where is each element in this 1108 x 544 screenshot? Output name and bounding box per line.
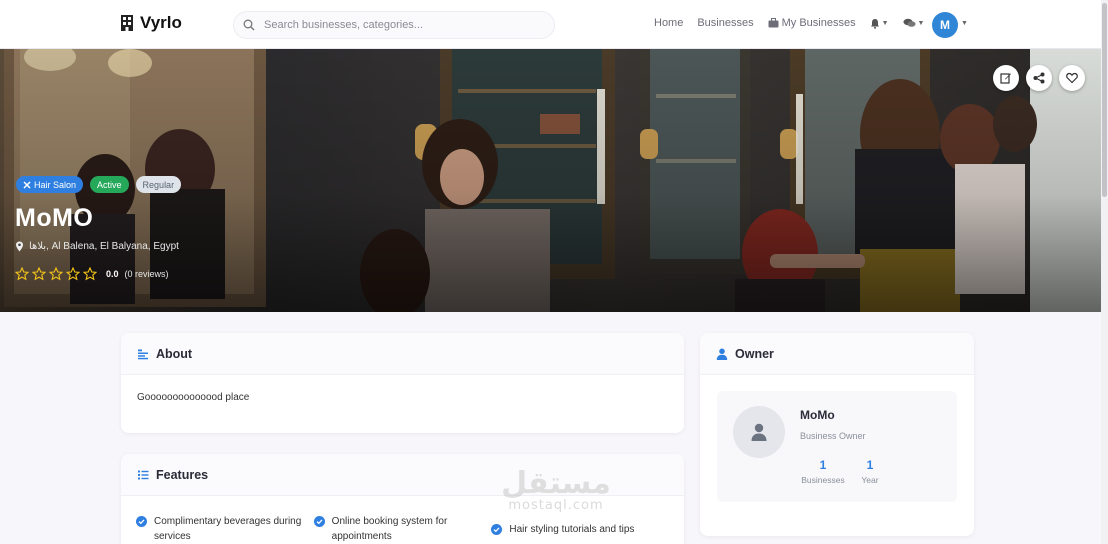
feature-item: Complimentary beverages during services bbox=[136, 514, 314, 544]
status-badge: Active bbox=[90, 176, 129, 193]
owner-role: Business Owner bbox=[800, 431, 866, 441]
owner-title: Owner bbox=[735, 346, 774, 361]
stat-value: 1 bbox=[866, 458, 874, 472]
stat-label: Year bbox=[861, 475, 879, 485]
chevron-down-icon: ▼ bbox=[917, 19, 925, 27]
search-box[interactable] bbox=[233, 11, 555, 39]
rating-row: 0.0 (0 reviews) bbox=[15, 267, 169, 281]
check-circle-icon bbox=[313, 516, 325, 527]
page-scrollbar[interactable] bbox=[1101, 0, 1108, 544]
star-icon bbox=[15, 267, 29, 281]
nav-businesses-link[interactable]: Businesses bbox=[697, 17, 753, 29]
stat-label: Businesses bbox=[801, 475, 845, 485]
rating-stars bbox=[15, 267, 97, 281]
about-text: Goooooooooooood place bbox=[137, 392, 250, 403]
check-circle-icon bbox=[136, 516, 147, 527]
category-badge: Hair Salon bbox=[16, 176, 84, 193]
feature-label: Hair styling tutorials and tips bbox=[509, 524, 635, 535]
briefcase-icon bbox=[768, 18, 779, 28]
features-card: Features Complimentary beverages during … bbox=[121, 454, 684, 544]
features-title: Features bbox=[156, 467, 209, 482]
brand-name: Vyrlo bbox=[140, 13, 182, 32]
scrollbar-thumb[interactable] bbox=[1102, 3, 1107, 197]
search-icon bbox=[243, 19, 255, 31]
star-icon bbox=[83, 267, 97, 281]
user-icon bbox=[716, 348, 728, 360]
nav-my-businesses-label: My Businesses bbox=[781, 17, 856, 29]
feature-item: Hair styling tutorials and tips bbox=[491, 514, 669, 544]
hero-banner: Hair Salon Active Regular MoMO بلاها, Al… bbox=[0, 49, 1101, 312]
star-icon bbox=[49, 267, 63, 281]
check-circle-icon bbox=[491, 524, 503, 535]
owner-stat-year: 1 Year bbox=[858, 458, 882, 485]
top-navbar: Vyrlo Home Businesses My Businesses ▼ ▼ … bbox=[0, 0, 1108, 49]
chevron-down-icon[interactable]: ▼ bbox=[961, 20, 968, 27]
review-count[interactable]: (0 reviews) bbox=[125, 269, 169, 279]
chevron-down-icon: ▼ bbox=[881, 19, 889, 27]
messages-dropdown[interactable]: ▼ bbox=[903, 18, 925, 28]
building-icon bbox=[121, 15, 133, 31]
notifications-dropdown[interactable]: ▼ bbox=[870, 18, 889, 29]
map-pin-icon bbox=[16, 241, 23, 252]
about-title: About bbox=[156, 346, 193, 361]
user-icon bbox=[751, 423, 767, 441]
heart-icon bbox=[1066, 72, 1078, 84]
stat-value: 1 bbox=[819, 458, 827, 472]
category-badge-label: Hair Salon bbox=[34, 179, 77, 190]
brand-logo[interactable]: Vyrlo bbox=[120, 13, 182, 33]
bell-icon bbox=[870, 18, 879, 29]
chat-icon bbox=[903, 18, 916, 27]
feature-label: Online booking system for appointments bbox=[331, 516, 448, 542]
business-name: MoMO bbox=[15, 204, 94, 232]
feature-label: Complimentary beverages during services bbox=[154, 516, 302, 542]
align-left-icon bbox=[138, 349, 148, 359]
hero-actions bbox=[993, 65, 1085, 91]
list-icon bbox=[138, 470, 149, 479]
rating-value: 0.0 bbox=[106, 269, 119, 279]
owner-card: Owner MoMo Business Owner 1 Businesses 1… bbox=[700, 333, 974, 536]
edit-icon bbox=[1000, 73, 1011, 84]
owner-card-header: Owner bbox=[700, 333, 974, 375]
about-card: About Goooooooooooood place bbox=[121, 333, 684, 433]
nav-my-businesses-link[interactable]: My Businesses bbox=[768, 17, 856, 29]
owner-name: MoMo bbox=[800, 408, 835, 422]
business-location: بلاها, Al Balena, El Balyana, Egypt bbox=[15, 241, 179, 252]
owner-avatar bbox=[733, 406, 785, 458]
features-list: Complimentary beverages during services … bbox=[121, 496, 684, 544]
nav-links: Home Businesses My Businesses ▼ ▼ bbox=[654, 17, 938, 29]
about-card-header: About bbox=[121, 333, 684, 375]
badge-row: Hair Salon Active Regular bbox=[16, 176, 182, 193]
nav-home-link[interactable]: Home bbox=[654, 17, 683, 29]
share-button[interactable] bbox=[1026, 65, 1052, 91]
owner-stat-businesses: 1 Businesses bbox=[800, 458, 846, 485]
star-icon bbox=[32, 267, 46, 281]
star-icon bbox=[66, 267, 80, 281]
edit-button[interactable] bbox=[993, 65, 1019, 91]
user-avatar[interactable]: M bbox=[932, 12, 958, 38]
scissors-icon bbox=[23, 180, 31, 189]
features-card-header: Features bbox=[121, 454, 684, 496]
location-text: بلاها, Al Balena, El Balyana, Egypt bbox=[29, 241, 179, 252]
feature-item: Online booking system for appointments bbox=[313, 514, 492, 544]
owner-profile[interactable]: MoMo Business Owner 1 Businesses 1 Year bbox=[717, 391, 957, 502]
favorite-button[interactable] bbox=[1059, 65, 1085, 91]
search-input[interactable] bbox=[264, 19, 544, 31]
plan-badge: Regular bbox=[135, 176, 182, 193]
share-icon bbox=[1033, 72, 1045, 84]
